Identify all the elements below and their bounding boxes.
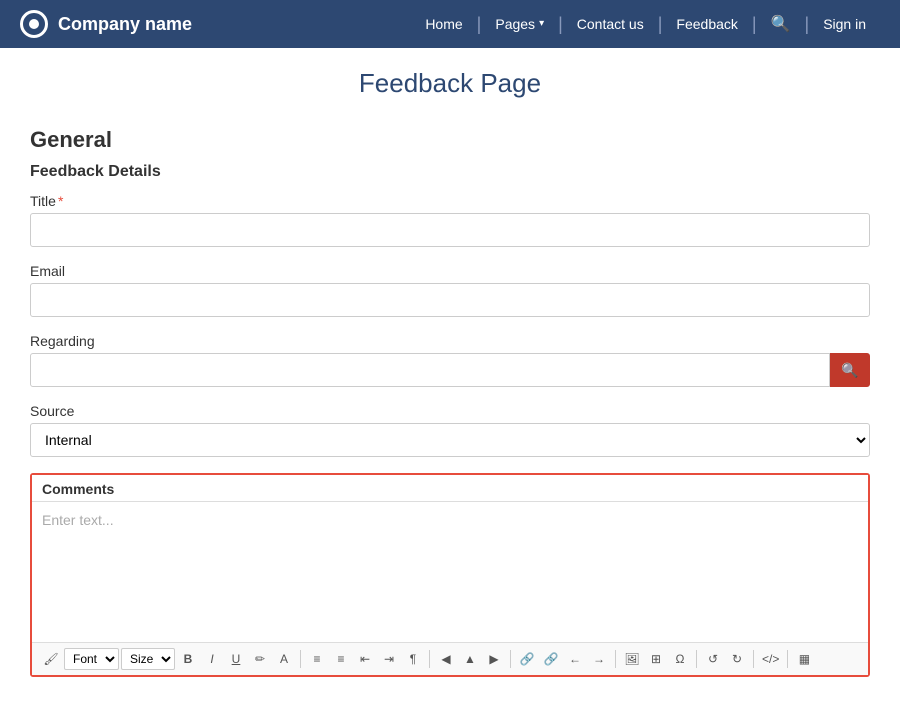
comments-editor[interactable]: Enter text... xyxy=(32,502,868,642)
toolbar-special-char-icon[interactable]: Ω xyxy=(669,648,691,670)
toolbar-sep-3 xyxy=(510,650,511,668)
toolbar-ordered-list-icon[interactable]: ≡ xyxy=(330,648,352,670)
title-label: Title* xyxy=(30,193,870,209)
regarding-label: Regarding xyxy=(30,333,870,349)
toolbar-sep-1 xyxy=(300,650,301,668)
comments-box: Comments Enter text... 🖌 Font Size B I U… xyxy=(30,473,870,677)
main-content: Feedback Page General Feedback Details T… xyxy=(10,48,890,717)
nav-item-pages[interactable]: Pages ▾ xyxy=(481,0,558,48)
email-label: Email xyxy=(30,263,870,279)
comments-placeholder: Enter text... xyxy=(42,512,114,528)
toolbar-sep-5 xyxy=(696,650,697,668)
toolbar-outdent-icon[interactable]: ⇤ xyxy=(354,648,376,670)
field-title: Title* xyxy=(30,193,870,247)
nav-item-contact[interactable]: Contact us xyxy=(563,0,658,48)
regarding-search-button[interactable]: 🔍 xyxy=(830,353,870,387)
field-source: Source Internal External Web xyxy=(30,403,870,457)
nav-link-feedback[interactable]: Feedback xyxy=(662,0,751,48)
nav-link-contact[interactable]: Contact us xyxy=(563,0,658,48)
brand: Company name xyxy=(20,10,192,38)
regarding-search-icon: 🔍 xyxy=(841,362,858,379)
toolbar-sep-7 xyxy=(787,650,788,668)
toolbar-image-icon[interactable]: 🖼 xyxy=(621,648,643,670)
toolbar-align-right-icon[interactable]: ▶ xyxy=(483,648,505,670)
toolbar-unordered-list-icon[interactable]: ≡ xyxy=(306,648,328,670)
subsection-title: Feedback Details xyxy=(30,163,870,181)
toolbar-size-select[interactable]: Size xyxy=(121,648,175,670)
nav-item-signin[interactable]: Sign in xyxy=(809,0,880,48)
toolbar-align-left-icon[interactable]: ◀ xyxy=(435,648,457,670)
toolbar-arrow-left-icon[interactable]: ← xyxy=(564,648,586,670)
toolbar-source-icon[interactable]: </> xyxy=(759,648,782,670)
toolbar-italic-button[interactable]: I xyxy=(201,648,223,670)
page-title: Feedback Page xyxy=(30,68,870,99)
section-title: General xyxy=(30,127,870,153)
toolbar-paragraph-icon[interactable]: ¶ xyxy=(402,648,424,670)
brand-name: Company name xyxy=(58,14,192,35)
toolbar-sep-4 xyxy=(615,650,616,668)
required-indicator: * xyxy=(58,193,63,209)
toolbar-undo-icon[interactable]: ↺ xyxy=(702,648,724,670)
toolbar-font-select[interactable]: Font xyxy=(64,648,119,670)
nav-item-search[interactable]: 🔍 xyxy=(757,14,805,34)
search-icon[interactable]: 🔍 xyxy=(757,14,805,34)
toolbar-table-icon[interactable]: ⊞ xyxy=(645,648,667,670)
nav-link-home[interactable]: Home xyxy=(411,0,476,48)
nav-item-home[interactable]: Home xyxy=(411,0,476,48)
nav-link-pages[interactable]: Pages ▾ xyxy=(481,0,558,48)
toolbar-link-icon[interactable]: 🔗 xyxy=(516,648,538,670)
nav-item-feedback[interactable]: Feedback xyxy=(662,0,751,48)
toolbar-underline-button[interactable]: U xyxy=(225,648,247,670)
toolbar-unlink-icon[interactable]: 🔗 xyxy=(540,648,562,670)
regarding-input[interactable] xyxy=(30,353,830,387)
field-email: Email xyxy=(30,263,870,317)
toolbar-arrow-right-icon[interactable]: → xyxy=(588,648,610,670)
source-select[interactable]: Internal External Web xyxy=(30,423,870,457)
nav-menu: Home | Pages ▾ | Contact us | Feedback |… xyxy=(411,0,880,48)
source-label: Source xyxy=(30,403,870,419)
regarding-input-group: 🔍 xyxy=(30,353,870,387)
toolbar-grid-icon[interactable]: ▦ xyxy=(793,648,815,670)
toolbar-redo-icon[interactable]: ↻ xyxy=(726,648,748,670)
toolbar-sep-2 xyxy=(429,650,430,668)
toolbar-highlight-icon[interactable]: ✏ xyxy=(249,648,271,670)
toolbar-fontcolor-icon[interactable]: A xyxy=(273,648,295,670)
toolbar-bold-button[interactable]: B xyxy=(177,648,199,670)
title-input[interactable] xyxy=(30,213,870,247)
pages-caret-icon: ▾ xyxy=(539,0,544,48)
nav-link-signin[interactable]: Sign in xyxy=(809,0,880,48)
brand-icon xyxy=(20,10,48,38)
toolbar-sep-6 xyxy=(753,650,754,668)
toolbar-align-center-icon[interactable]: ▲ xyxy=(459,648,481,670)
email-input[interactable] xyxy=(30,283,870,317)
navbar: Company name Home | Pages ▾ | Contact us… xyxy=(0,0,900,48)
toolbar-paint-icon[interactable]: 🖌 xyxy=(40,648,62,670)
field-regarding: Regarding 🔍 xyxy=(30,333,870,387)
toolbar-indent-icon[interactable]: ⇥ xyxy=(378,648,400,670)
comments-header: Comments xyxy=(32,475,868,502)
